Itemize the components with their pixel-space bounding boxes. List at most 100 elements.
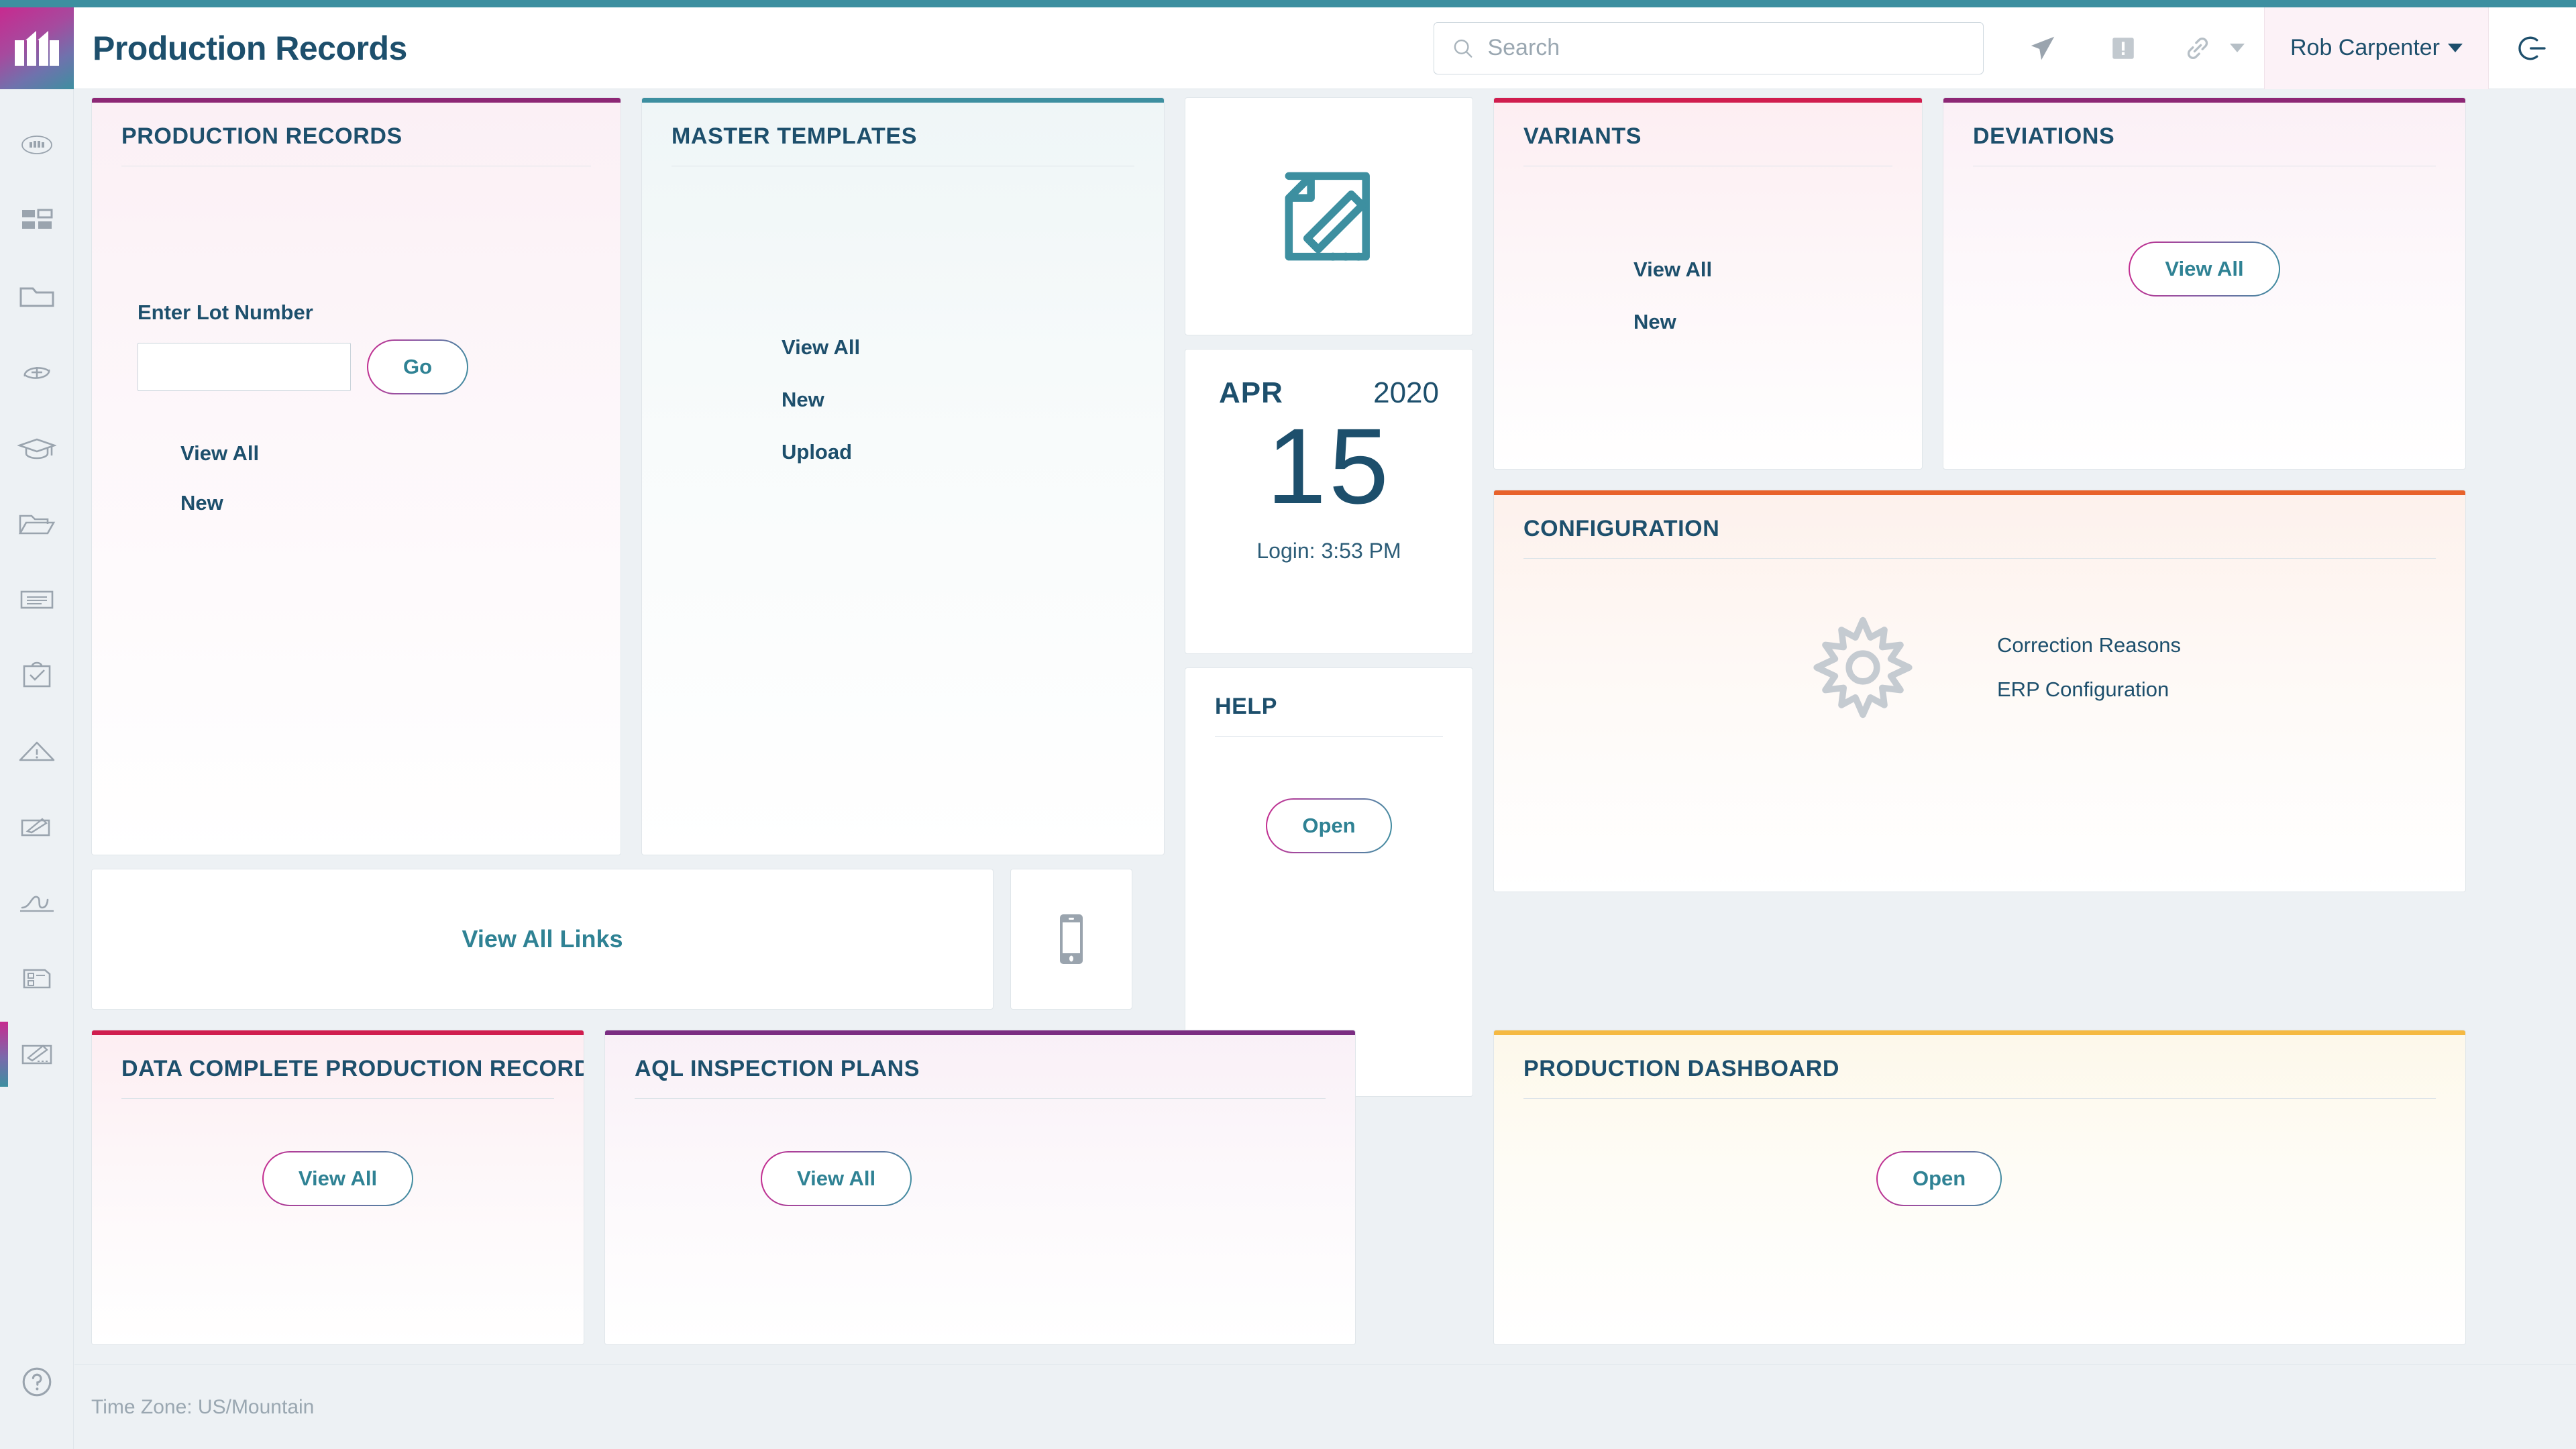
card-master-templates: MASTER TEMPLATES View All New Upload [641, 97, 1165, 855]
card-title: PRODUCTION RECORDS [92, 98, 621, 150]
sidebar-item-forms[interactable] [0, 941, 74, 1016]
date-day: 15 [1185, 413, 1472, 520]
date-month: APR [1219, 376, 1283, 410]
app-logo[interactable] [0, 7, 74, 89]
alert-icon [2109, 34, 2137, 62]
configuration-body: Correction Reasons ERP Configuration [1494, 614, 2465, 721]
view-all-links-label[interactable]: View All Links [462, 925, 623, 953]
correction-reasons-link[interactable]: Correction Reasons [1997, 633, 2181, 657]
sidebar-item-dashboard[interactable] [0, 182, 74, 258]
graduation-cap-icon [17, 435, 56, 461]
timezone-label: Time Zone: US/Mountain [91, 1396, 314, 1419]
add-cycle-icon [19, 359, 54, 386]
card-aql-inspection-plans: AQL INSPECTION PLANS View All [604, 1030, 1356, 1345]
sidebar-item-signature[interactable] [0, 865, 74, 941]
help-open-button[interactable]: Open [1266, 798, 1391, 853]
sidebar-help-button[interactable] [0, 1348, 74, 1415]
production-records-view-all-link[interactable]: View All [180, 441, 621, 466]
open-folder-icon [18, 511, 56, 537]
card-accent-bar [605, 1030, 1355, 1035]
chevron-down-icon [2230, 44, 2245, 52]
lot-number-input[interactable] [138, 343, 351, 391]
card-accent-bar [1943, 98, 2465, 103]
search-box[interactable] [1434, 22, 1984, 74]
dashboard-grid: PRODUCTION RECORDS Enter Lot Number Go V… [74, 89, 2576, 1364]
form-checkbox-icon [21, 966, 53, 991]
card-divider [1215, 736, 1443, 737]
logout-button[interactable] [2489, 7, 2576, 89]
card-document-shortcut[interactable] [1185, 97, 1473, 335]
erp-configuration-link[interactable]: ERP Configuration [1997, 678, 2181, 702]
folder-icon [19, 283, 54, 310]
card-title: PRODUCTION DASHBOARD [1494, 1030, 2465, 1082]
page-title: Production Records [93, 29, 407, 68]
go-button[interactable]: Go [367, 339, 468, 394]
card-accent-bar [1494, 1030, 2465, 1035]
warning-triangle-icon [18, 738, 56, 765]
card-view-all-links[interactable]: View All Links [91, 869, 994, 1010]
card-title: MASTER TEMPLATES [642, 98, 1164, 150]
gear-icon [1809, 614, 1917, 721]
card-accent-bar [92, 1030, 584, 1035]
link-icon [2183, 34, 2212, 63]
link-menu-button[interactable] [2163, 7, 2264, 89]
user-menu[interactable]: Rob Carpenter [2264, 7, 2489, 89]
sidebar-item-documents[interactable] [0, 561, 74, 637]
lot-number-row: Go [138, 339, 621, 394]
sidebar-item-production-records[interactable] [0, 1016, 74, 1092]
card-production-dashboard: PRODUCTION DASHBOARD Open [1493, 1030, 2466, 1345]
card-title: AQL INSPECTION PLANS [605, 1030, 1355, 1082]
sidebar-item-deviations[interactable] [0, 713, 74, 789]
aql-view-all-button[interactable]: View All [761, 1151, 912, 1206]
card-divider [1523, 558, 2436, 559]
sidebar-item-folder[interactable] [0, 258, 74, 334]
sidebar-item-add-cycle[interactable] [0, 334, 74, 410]
sidebar-item-open-folder[interactable] [0, 486, 74, 561]
sidebar-item-brand[interactable] [0, 107, 74, 182]
data-complete-view-all-button[interactable]: View All [262, 1151, 413, 1206]
sidebar-item-training[interactable] [0, 410, 74, 486]
production-dashboard-open-button[interactable]: Open [1876, 1151, 2002, 1206]
header-actions: Rob Carpenter [1434, 7, 2576, 89]
card-configuration: CONFIGURATION Correction Reasons ERP Con… [1493, 490, 2466, 892]
footer: Time Zone: US/Mountain [74, 1364, 2576, 1449]
date-header-row: APR 2020 [1185, 350, 1472, 410]
document-edit-icon [1271, 158, 1388, 275]
document-lines-icon [19, 588, 54, 611]
variants-new-link[interactable]: New [1633, 310, 1922, 334]
card-production-records: PRODUCTION RECORDS Enter Lot Number Go V… [91, 97, 621, 855]
alert-icon-button[interactable] [2083, 7, 2163, 89]
m-logo-icon [15, 31, 59, 66]
send-icon-button[interactable] [2002, 7, 2083, 89]
card-divider [635, 1098, 1326, 1099]
sign-document-icon [19, 815, 54, 839]
card-mobile-app[interactable] [1010, 869, 1132, 1010]
production-records-new-link[interactable]: New [180, 491, 621, 515]
master-templates-new-link[interactable]: New [782, 388, 1164, 412]
master-templates-view-all-link[interactable]: View All [782, 335, 1164, 360]
sidebar-item-checklist[interactable] [0, 637, 74, 713]
card-title: DEVIATIONS [1943, 98, 2465, 150]
search-area [1434, 7, 2002, 89]
card-title: VARIANTS [1494, 98, 1922, 150]
master-templates-upload-link[interactable]: Upload [782, 440, 1164, 464]
signature-icon [18, 890, 56, 916]
card-title: CONFIGURATION [1494, 490, 2465, 542]
date-year: 2020 [1373, 376, 1439, 410]
card-accent-bar [1494, 98, 1922, 103]
card-data-complete-production-records: DATA COMPLETE PRODUCTION RECORDS View Al… [91, 1030, 584, 1345]
mobile-phone-icon [1057, 913, 1085, 965]
chevron-down-icon [2448, 44, 2463, 52]
logout-icon [2514, 30, 2551, 66]
configuration-links: Correction Reasons ERP Configuration [1997, 633, 2181, 702]
card-title: HELP [1185, 668, 1472, 720]
card-title: DATA COMPLETE PRODUCTION RECORDS [92, 1030, 584, 1082]
variants-view-all-link[interactable]: View All [1633, 258, 1922, 282]
card-accent-bar [642, 98, 1164, 103]
help-circle-icon [20, 1365, 54, 1399]
search-input[interactable] [1487, 35, 1966, 61]
login-time: Login: 3:53 PM [1185, 539, 1472, 564]
top-accent-strip [0, 0, 2576, 7]
deviations-view-all-button[interactable]: View All [2129, 241, 2279, 297]
sidebar-item-sign[interactable] [0, 789, 74, 865]
